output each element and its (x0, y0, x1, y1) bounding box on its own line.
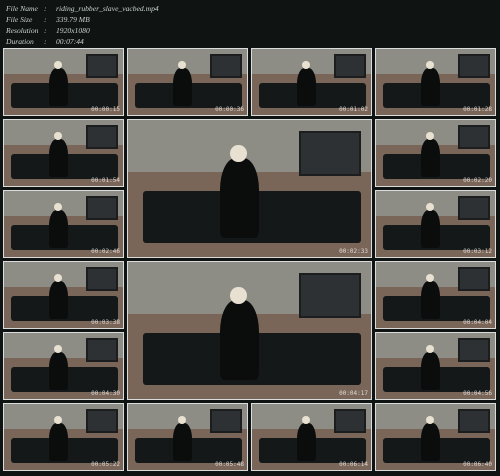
thumbnail-frame[interactable]: 00:03:38 (3, 261, 124, 329)
resolution-label: Resolution (6, 26, 39, 35)
thumbnail-frame[interactable]: 00:04:56 (375, 332, 496, 400)
frame-figure (421, 422, 441, 461)
thumbnail-frame[interactable]: 00:00:36 (127, 48, 248, 116)
frame-figure (297, 67, 317, 106)
frame-timestamp: 00:04:30 (91, 390, 120, 397)
thumbnail-frame[interactable]: 00:05:48 (127, 403, 248, 471)
thumbnail-frame[interactable]: 00:01:28 (375, 48, 496, 116)
frame-timestamp: 00:04:17 (339, 390, 368, 397)
frame-timestamp: 00:01:54 (91, 177, 120, 184)
frame-timestamp: 00:00:15 (91, 106, 120, 113)
file-size-value: 339.79 MB (56, 15, 90, 24)
frame-cage (85, 267, 119, 292)
frame-figure (421, 280, 441, 319)
separator: : (44, 4, 47, 13)
frame-figure (220, 300, 260, 380)
frame-cage (85, 409, 119, 434)
frame-figure (173, 67, 193, 106)
separator: : (44, 15, 47, 24)
thumbnail-sheet: 00:00:15 00:00:36 00:01:02 00:01:28 00:01:54… (3, 48, 497, 473)
frame-figure (49, 280, 69, 319)
frame-figure (49, 351, 69, 390)
frame-figure (49, 138, 69, 177)
frame-timestamp: 00:02:20 (463, 177, 492, 184)
frame-cage (209, 409, 243, 434)
thumbnail-frame[interactable]: 00:04:30 (3, 332, 124, 400)
frame-cage (457, 125, 491, 150)
frame-timestamp: 00:04:04 (463, 319, 492, 326)
frame-figure (421, 67, 441, 106)
large-frame[interactable]: 00:04:17 (127, 261, 372, 400)
thumbnail-frame[interactable]: 00:01:02 (251, 48, 372, 116)
frame-timestamp: 00:01:28 (463, 106, 492, 113)
frame-timestamp: 00:05:22 (91, 461, 120, 468)
thumbnail-frame[interactable]: 00:06:14 (251, 403, 372, 471)
thumbnail-frame[interactable]: 00:06:40 (375, 403, 496, 471)
file-size-label: File Size (6, 15, 33, 24)
frame-cage (85, 125, 119, 150)
frame-figure (220, 158, 260, 238)
frame-cage (333, 409, 367, 434)
frame-figure (297, 422, 317, 461)
frame-cage (85, 54, 119, 79)
frame-figure (49, 422, 69, 461)
frame-cage (85, 196, 119, 221)
resolution-row: Resolution : 1920x1080 (6, 25, 159, 36)
frame-timestamp: 00:06:40 (463, 461, 492, 468)
thumbnail-frame[interactable]: 00:00:15 (3, 48, 124, 116)
frame-figure (421, 351, 441, 390)
frame-timestamp: 00:03:12 (463, 248, 492, 255)
frame-cage (457, 267, 491, 292)
frame-figure (421, 209, 441, 248)
frame-cage (209, 54, 243, 79)
duration-label: Duration (6, 37, 34, 46)
thumbnail-frame[interactable]: 00:03:12 (375, 190, 496, 258)
file-size-row: File Size : 339.79 MB (6, 14, 159, 25)
file-name-label: File Name (6, 4, 38, 13)
thumbnail-frame[interactable]: 00:02:20 (375, 119, 496, 187)
frame-cage (457, 338, 491, 363)
frame-figure (49, 67, 69, 106)
frame-timestamp: 00:02:33 (339, 248, 368, 255)
frame-timestamp: 00:05:48 (215, 461, 244, 468)
file-name-value: riding_rubber_slave_vacbed.mp4 (56, 4, 159, 13)
separator: : (44, 26, 47, 35)
thumbnail-frame[interactable]: 00:02:46 (3, 190, 124, 258)
frame-timestamp: 00:01:02 (339, 106, 368, 113)
duration-row: Duration : 00:07:44 (6, 36, 159, 47)
thumbnail-frame[interactable]: 00:05:22 (3, 403, 124, 471)
frame-timestamp: 00:06:14 (339, 461, 368, 468)
frame-cage (457, 196, 491, 221)
frame-cage (457, 409, 491, 434)
separator: : (44, 37, 47, 46)
frame-cage (457, 54, 491, 79)
thumbnail-frame[interactable]: 00:01:54 (3, 119, 124, 187)
duration-value: 00:07:44 (56, 37, 84, 46)
frame-timestamp: 00:03:38 (91, 319, 120, 326)
frame-cage (298, 272, 362, 319)
frame-timestamp: 00:00:36 (215, 106, 244, 113)
frame-cage (85, 338, 119, 363)
frame-figure (49, 209, 69, 248)
file-name-row: File Name : riding_rubber_slave_vacbed.m… (6, 3, 159, 14)
resolution-value: 1920x1080 (56, 26, 90, 35)
frame-timestamp: 00:04:56 (463, 390, 492, 397)
frame-cage (333, 54, 367, 79)
frame-figure (421, 138, 441, 177)
frame-cage (298, 130, 362, 177)
frame-figure (173, 422, 193, 461)
large-frame[interactable]: 00:02:33 (127, 119, 372, 258)
file-info-panel: File Name : riding_rubber_slave_vacbed.m… (6, 3, 159, 47)
frame-timestamp: 00:02:46 (91, 248, 120, 255)
thumbnail-frame[interactable]: 00:04:04 (375, 261, 496, 329)
